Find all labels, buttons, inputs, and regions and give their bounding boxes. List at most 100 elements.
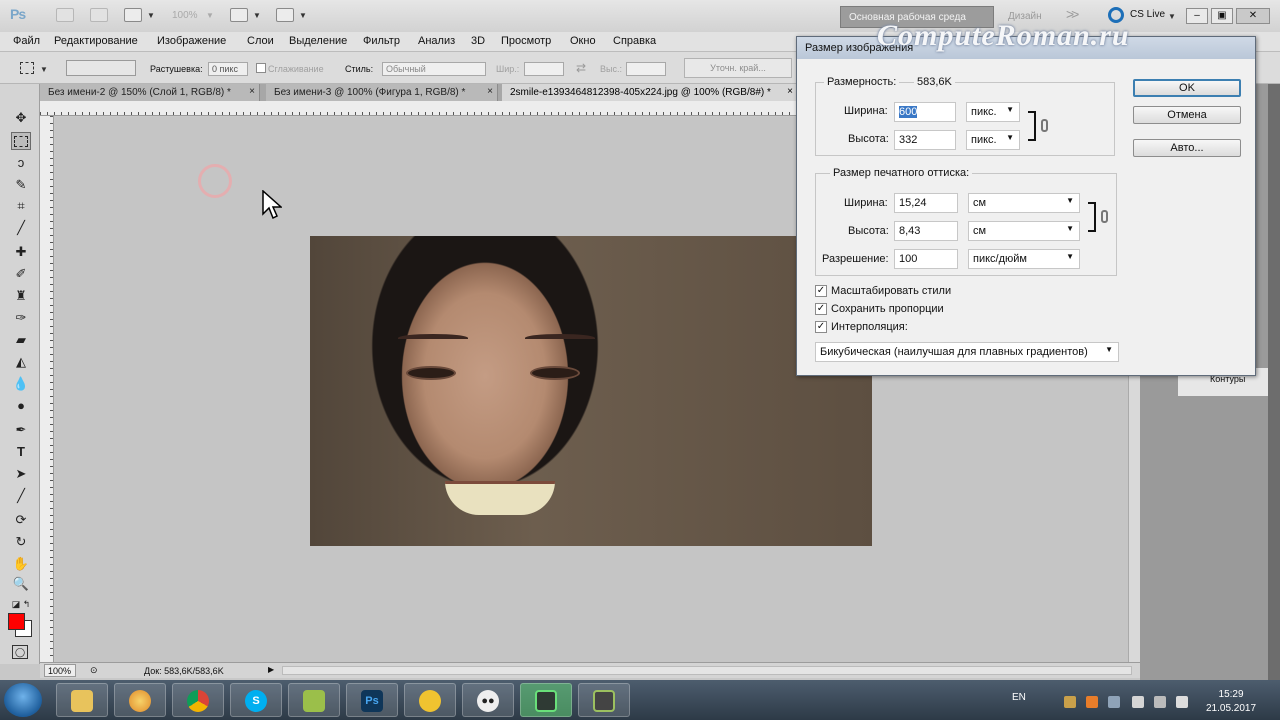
taskbar-chrome[interactable] [172, 683, 224, 717]
refine-edge-button[interactable]: Уточн. край... [684, 58, 792, 78]
menu-edit[interactable]: Редактирование [54, 35, 138, 47]
width-input[interactable] [524, 62, 564, 76]
paint-bucket-icon[interactable]: ◭ [12, 354, 30, 370]
hand-tool-icon[interactable]: ✋ [12, 556, 30, 572]
menu-view[interactable]: Просмотр [501, 35, 551, 47]
type-tool-icon[interactable]: T [12, 444, 30, 460]
document-tab-2[interactable]: Без имени-3 @ 100% (Фигура 1, RGB/8) * × [266, 84, 498, 101]
zoom-tool-icon[interactable]: 🔍 [12, 576, 30, 592]
antialias-checkbox[interactable] [256, 63, 266, 73]
restore-button[interactable]: ▣ [1211, 8, 1233, 24]
swap-icon[interactable]: ⇄ [576, 61, 586, 75]
chevron-down-icon[interactable]: ▼ [206, 11, 214, 20]
resample-checkbox[interactable]: ✓ [815, 321, 827, 333]
minimize-button[interactable]: – [1186, 8, 1208, 24]
close-tab-icon[interactable]: × [249, 86, 255, 97]
history-brush-icon[interactable]: ✑ [12, 310, 30, 326]
cancel-button[interactable]: Отмена [1133, 106, 1241, 124]
doc-height-unit-select[interactable]: см ▼ [968, 221, 1080, 241]
document-tab-3[interactable]: 2smile-e1393464812398-405x224.jpg @ 100%… [502, 84, 798, 101]
eraser-tool-icon[interactable]: ▰ [12, 332, 30, 348]
feather-input[interactable]: 0 пикс [208, 62, 248, 76]
taskbar-explorer[interactable] [56, 683, 108, 717]
tray-icon[interactable] [1064, 696, 1076, 708]
close-tab-icon[interactable]: × [487, 86, 493, 97]
pixel-width-unit-select[interactable]: пикс. ▼ [966, 102, 1020, 122]
foreground-color-swatch[interactable] [8, 613, 25, 630]
windows-start-icon[interactable] [4, 683, 42, 717]
3d-orbit-icon[interactable]: ↻ [12, 534, 30, 550]
menu-file[interactable]: Файл [13, 35, 40, 47]
menu-help[interactable]: Справка [613, 35, 656, 47]
status-zoom-field[interactable]: 100% [44, 664, 76, 677]
doc-width-unit-select[interactable]: см ▼ [968, 193, 1080, 213]
chevron-down-icon[interactable]: ▼ [147, 11, 155, 20]
line-tool-icon[interactable]: ╱ [12, 488, 30, 504]
battery-icon[interactable] [1154, 696, 1166, 708]
horizontal-scrollbar[interactable] [282, 666, 1132, 675]
document-tab-1[interactable]: Без имени-2 @ 150% (Слой 1, RGB/8) * × [40, 84, 260, 101]
network-icon[interactable] [1132, 696, 1144, 708]
default-colors-icon[interactable]: ◪ ↰ [8, 596, 34, 612]
auto-button[interactable]: Авто... [1133, 139, 1241, 157]
close-tab-icon[interactable]: × [787, 86, 793, 97]
ok-button[interactable]: OK [1133, 79, 1241, 97]
chevron-down-icon[interactable]: ▼ [299, 11, 307, 20]
status-icon[interactable]: ⊙ [90, 665, 98, 676]
clock[interactable]: 15:29 21.05.2017 [1206, 688, 1256, 716]
rect-marquee-preset-icon[interactable] [20, 62, 34, 74]
taskbar-skype[interactable]: S [230, 683, 282, 717]
view-extras-icon[interactable] [124, 8, 142, 22]
crop-tool-icon[interactable]: ⌗ [12, 198, 30, 214]
pen-tool-icon[interactable]: ✒ [12, 422, 30, 438]
blur-tool-icon[interactable]: 💧 [12, 376, 30, 392]
move-tool-icon[interactable]: ✥ [12, 110, 30, 126]
pixel-height-input[interactable]: 332 [894, 130, 956, 150]
chevron-down-icon[interactable]: ▼ [253, 11, 261, 20]
taskbar-app-bird[interactable] [404, 683, 456, 717]
zoom-level[interactable]: 100% [172, 10, 198, 21]
doc-height-input[interactable]: 8,43 [894, 221, 958, 241]
taskbar-paint[interactable] [114, 683, 166, 717]
close-button[interactable]: ✕ [1236, 8, 1270, 24]
resolution-input[interactable]: 100 [894, 249, 958, 269]
screen-mode-icon[interactable] [276, 8, 294, 22]
tray-icon[interactable] [1108, 696, 1120, 708]
rect-marquee-icon[interactable] [14, 136, 28, 147]
menu-filter[interactable]: Фильтр [363, 35, 400, 47]
taskbar-notepad[interactable] [288, 683, 340, 717]
style-select[interactable]: Обычный [382, 62, 486, 76]
language-indicator[interactable]: EN [1012, 692, 1026, 703]
volume-icon[interactable] [1176, 696, 1188, 708]
arrange-documents-icon[interactable] [230, 8, 248, 22]
taskbar-app-eyes[interactable]: ●● [462, 683, 514, 717]
3d-rotate-icon[interactable]: ⟳ [12, 512, 30, 528]
status-menu-arrow-icon[interactable]: ▶ [268, 665, 274, 674]
resolution-unit-select[interactable]: пикс/дюйм ▼ [968, 249, 1080, 269]
menu-select[interactable]: Выделение [289, 35, 347, 47]
menu-analysis[interactable]: Анализ [418, 35, 455, 47]
chevron-down-icon[interactable]: ▼ [40, 65, 48, 74]
scale-styles-checkbox[interactable]: ✓ [815, 285, 827, 297]
menu-window[interactable]: Окно [570, 35, 596, 47]
taskbar-app[interactable] [578, 683, 630, 717]
brush-tool-icon[interactable]: ✐ [12, 266, 30, 282]
quick-select-icon[interactable]: ✎ [12, 177, 30, 193]
menu-3d[interactable]: 3D [471, 35, 485, 47]
healing-brush-icon[interactable]: ✚ [12, 244, 30, 260]
taskbar-photoshop[interactable]: Ps [346, 683, 398, 717]
pixel-width-input[interactable]: 600 [894, 102, 956, 122]
cs-live-button[interactable]: CS Live [1130, 9, 1165, 20]
clone-stamp-icon[interactable]: ♜ [12, 288, 30, 304]
height-input[interactable] [626, 62, 666, 76]
menu-image[interactable]: Изображение [157, 35, 226, 47]
constrain-proportions-checkbox[interactable]: ✓ [815, 303, 827, 315]
document-image[interactable] [310, 236, 872, 546]
pixel-height-unit-select[interactable]: пикс. ▼ [966, 130, 1020, 150]
dodge-tool-icon[interactable]: ● [12, 398, 30, 414]
path-select-icon[interactable]: ➤ [12, 466, 30, 482]
resample-method-select[interactable]: Бикубическая (наилучшая для плавных град… [815, 342, 1119, 362]
lasso-tool-icon[interactable]: ↄ [12, 155, 30, 171]
eyedropper-icon[interactable]: ╱ [12, 220, 30, 236]
doc-width-input[interactable]: 15,24 [894, 193, 958, 213]
